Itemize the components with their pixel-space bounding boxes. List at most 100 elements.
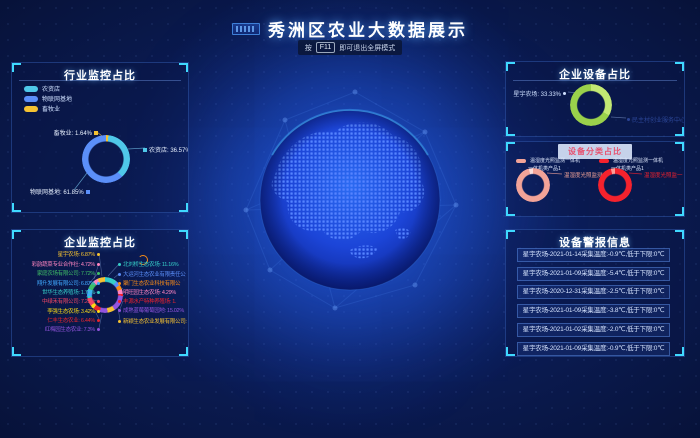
ent-label-left: 家庭农场有限公司: 7.72% <box>14 269 100 277</box>
legend-item: 温湿度光照监测一体机 <box>599 157 663 164</box>
ent-label-left: 仁丰生态农业: 6.44% <box>14 316 100 324</box>
ent-label-right: 聚门生态农业科技有限公 <box>118 279 180 287</box>
callout-xingyu-farm: 星宇农场: 33.33% <box>510 89 566 98</box>
alarm-row: 星宇农场-2021-01-14采集温度:-0.9℃,低于下限:0℃ <box>517 248 670 262</box>
label-text: 翔升发展有限公司: 6.87% <box>37 279 95 287</box>
ent-label-left: 星宇农场: 6.87% <box>14 250 100 258</box>
legend-item: 畜牧业 <box>24 104 60 113</box>
label-bullet <box>118 282 121 285</box>
callout-bullet <box>94 131 98 135</box>
label-text: 聚门生态农业科技有限公 <box>123 279 180 287</box>
callout-livestock: 畜牧业: 1.64% <box>14 128 98 137</box>
callout-text: 温湿度光照监一 <box>644 171 683 179</box>
tip-prefix: 按 <box>305 43 312 53</box>
legend-label: 畜牧业 <box>42 104 60 113</box>
callout-text: 物联网基地: 61.85% <box>30 187 84 196</box>
callout-bullet <box>86 190 90 194</box>
callout-text: 星宇农场: 33.33% <box>513 89 561 98</box>
label-bullet <box>118 320 121 323</box>
alarm-row: 星宇农场-2021-01-09采集温度:-5.4℃,低于下限:0℃ <box>517 267 670 281</box>
label-text: 世华生态养殖场: 1.72% <box>42 288 95 296</box>
legend-label: 温湿度光照监测一体机 <box>530 157 580 164</box>
label-bullet <box>97 272 100 275</box>
label-bullet <box>97 253 100 256</box>
label-bullet <box>118 309 121 312</box>
header: 秀洲区农业大数据展示 <box>0 16 700 41</box>
alarm-row: 星宇农场-2021-01-09采集温度:-3.8℃,低于下限:0℃ <box>517 304 670 318</box>
label-bullet <box>97 328 100 331</box>
legend-label: 农资店 <box>42 84 60 93</box>
dashboard-background: 秀洲区农业大数据展示 按 F11 即可退出全屏模式 行业监控占比 农资店 物联网… <box>0 0 700 438</box>
legend-swatch <box>599 159 609 163</box>
label-bullet <box>97 300 100 303</box>
callout-bullet <box>563 92 566 95</box>
ent-label-left: 李强生态农场: 3.42% <box>14 307 100 315</box>
label-bullet <box>97 263 100 266</box>
ent-label-left: 中绿禾有限公司: 7.29% <box>14 297 100 305</box>
alarm-row: 星宇农场-2020-12-31采集温度:-2.5℃,低于下限:0℃ <box>517 285 670 299</box>
label-bullet <box>118 273 121 276</box>
panel-device-class: 设备分类占比 温湿度光照监测一体机 一体机类产品1 温湿度光照监测一 温湿度光照… <box>505 141 685 217</box>
legend-label: 温湿度光照监测一体机 <box>613 157 663 164</box>
label-text: 成熟蓝莓葡萄园地: 15.02% <box>123 306 184 314</box>
label-bullet <box>118 291 121 294</box>
callout-text: 农资店: 36.57% <box>149 145 189 154</box>
legend-swatch <box>24 106 38 112</box>
label-bullet <box>118 300 121 303</box>
ent-label-right: 大运河生态农业有限责任公 <box>118 270 185 278</box>
panel-alarms: 设备警报信息 星宇农场-2021-01-14采集温度:-0.9℃,低于下限:0℃… <box>505 229 685 357</box>
label-text: 彩韵蔬菜专业合作社: 4.72% <box>32 260 95 268</box>
callout-text: 畜牧业: 1.64% <box>54 128 92 137</box>
globe-visualization <box>230 80 470 320</box>
ent-label-right: 成熟蓝莓葡萄园地: 15.02% <box>118 306 184 314</box>
legend-swatch <box>24 96 38 102</box>
panel-title: 企业监控占比 <box>12 234 188 250</box>
callout-right: 温湿度光照监一 <box>644 171 683 179</box>
label-text: 星宇农场: 6.87% <box>58 250 95 258</box>
donut-device-class-right <box>598 168 632 202</box>
label-bullet <box>97 319 100 322</box>
ent-label-left: 翔升发展有限公司: 6.87% <box>14 279 100 287</box>
label-bullet <box>97 291 100 294</box>
label-text: 北刘桥生态农场: 11.16% <box>123 260 178 268</box>
alarm-row: 星宇农场-2021-01-09采集温度:-0.9℃,低于下限:0℃ <box>517 342 670 356</box>
f11-keycap: F11 <box>316 42 336 53</box>
legend-item: 温湿度光照监测一体机 <box>516 157 580 164</box>
label-text: 新颖生态农业发展有限公司: 6.87% <box>123 317 189 325</box>
label-bullet <box>97 310 100 313</box>
ent-label-left: 彩韵蔬菜专业合作社: 4.72% <box>14 260 100 268</box>
fullscreen-tip: 按 F11 即可退出全屏模式 <box>298 40 403 55</box>
callout-minzhu-center: 民主村创业服务中心 <box>627 115 685 124</box>
globe-glow <box>260 110 440 290</box>
ent-label-left: 红梅园生态农业: 7.3% <box>14 325 100 333</box>
legend-swatch <box>24 86 38 92</box>
label-text: 仁丰生态农业: 6.44% <box>47 316 95 324</box>
label-text: 大运河生态农业有限责任公 <box>123 270 185 278</box>
label-text: 中绿禾有限公司: 7.29% <box>42 297 95 305</box>
header-logo <box>232 23 260 35</box>
panel-enterprise-monitor: 企业监控占比 星宇农场: 6.87% 彩韵蔬菜专业合作社: 4.72% 家庭农场… <box>11 229 189 357</box>
panel-industry-monitor: 行业监控占比 农资店 物联网基地 畜牧业 畜牧业: 1.64% 农资店: 36.… <box>11 62 189 213</box>
ent-label-left: 世华生态养殖场: 1.72% <box>14 288 100 296</box>
callout-bullet <box>143 148 147 152</box>
legend-item: 农资店 <box>24 84 60 93</box>
ent-label-right: 新颖生态农业发展有限公司: 6.87% <box>118 317 189 325</box>
divider <box>513 80 677 81</box>
donut-industry <box>82 135 130 183</box>
label-bullet <box>118 263 121 266</box>
callout-text: 民主村创业服务中心 <box>632 115 685 124</box>
label-bullet <box>97 282 100 285</box>
label-text: 红梅园生态农业: 7.3% <box>45 325 95 333</box>
alarm-row: 星宇农场-2021-01-02采集温度:-2.0℃,低于下限:0℃ <box>517 323 670 337</box>
panel-device-ratio: 企业设备占比 星宇农场: 33.33% 民主村创业服务中心 <box>505 61 685 137</box>
callout-agristore: 农资店: 36.57% <box>143 145 189 154</box>
tip-suffix: 即可退出全屏模式 <box>339 43 395 53</box>
label-text: 李强生态农场: 3.42% <box>47 307 95 315</box>
legend-label: 物联网基地 <box>42 94 72 103</box>
callout-iot-base: 物联网基地: 61.85% <box>30 187 90 196</box>
fullscreen-tip-bar: 按 F11 即可退出全屏模式 <box>0 40 700 55</box>
legend-item: 物联网基地 <box>24 94 72 103</box>
page-title: 秀洲区农业大数据展示 <box>268 16 468 41</box>
label-text: 明旺园生态农场: 4.29% <box>123 288 176 296</box>
divider <box>19 80 181 81</box>
